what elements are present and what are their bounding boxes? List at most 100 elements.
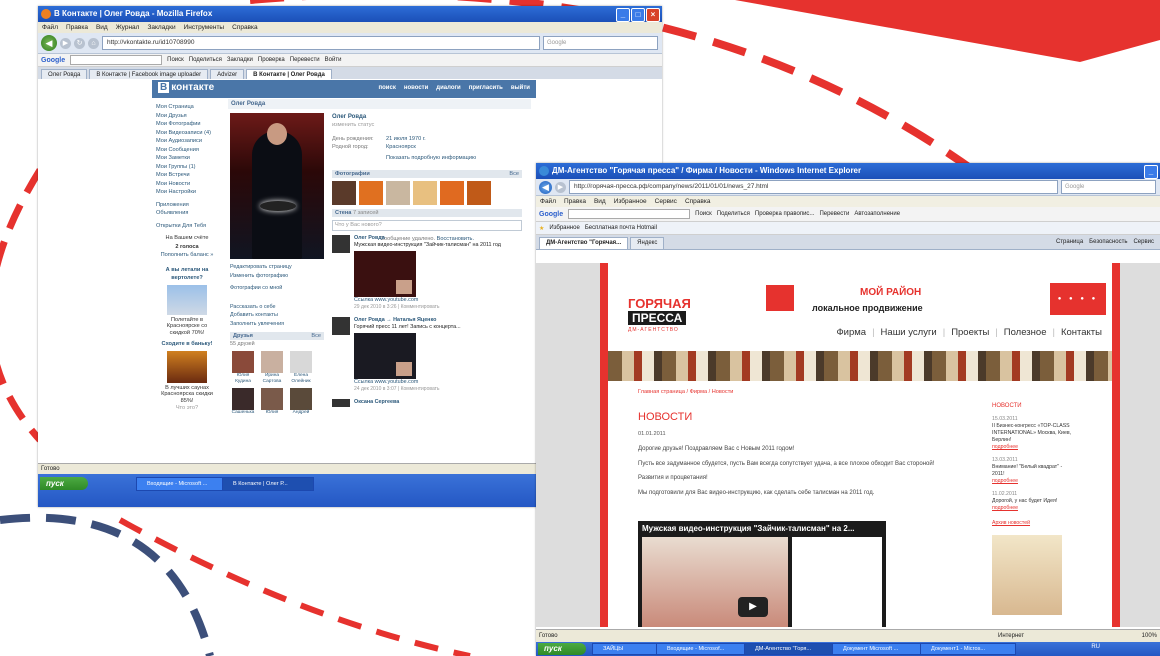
gtb-bookmarks[interactable]: Закладки bbox=[227, 57, 253, 63]
back-arrow-icon[interactable]: ◀ bbox=[41, 35, 57, 51]
gtb-share[interactable]: Поделиться bbox=[717, 211, 750, 217]
vk-menu-item[interactable]: Приложения bbox=[156, 201, 218, 210]
vk-menu-item[interactable]: Мои Настройки bbox=[156, 188, 218, 197]
site-header-icons[interactable]: ● ● ● ● bbox=[1050, 283, 1106, 315]
vk-menu-item[interactable]: Мои Видеозаписи (4) bbox=[156, 129, 218, 138]
minimize-button[interactable]: _ bbox=[1144, 165, 1158, 179]
birthday-value[interactable]: 21 июля 1970 г. bbox=[386, 136, 426, 142]
friends-all-link[interactable]: Все bbox=[311, 332, 321, 340]
menu-favorites[interactable]: Избранное bbox=[614, 196, 647, 207]
reload-icon[interactable]: ↻ bbox=[74, 37, 85, 49]
gtb-translate[interactable]: Перевести bbox=[819, 211, 849, 217]
taskbar-item[interactable]: ЗАЙЦЫ bbox=[592, 643, 664, 655]
menu-edit[interactable]: Правка bbox=[66, 22, 88, 33]
ad1-image[interactable] bbox=[167, 284, 207, 315]
site-nav-contacts[interactable]: Контакты bbox=[1061, 327, 1102, 338]
vk-profile-photo[interactable] bbox=[230, 113, 324, 259]
menu-view[interactable]: Вид bbox=[594, 196, 606, 207]
vk-nav-search[interactable]: поиск bbox=[379, 85, 396, 91]
tell-friends-link[interactable]: Рассказать о себе bbox=[230, 303, 324, 312]
gtb-autofill[interactable]: Автозаполнение bbox=[854, 211, 900, 217]
start-button[interactable]: пуск bbox=[538, 643, 586, 655]
back-arrow-icon[interactable]: ◀ bbox=[539, 180, 552, 194]
ad-more-link[interactable]: Что это? bbox=[156, 404, 218, 413]
menu-history[interactable]: Журнал bbox=[116, 22, 140, 33]
avatar[interactable] bbox=[332, 399, 350, 407]
favorites-button[interactable]: Избранное bbox=[549, 225, 579, 231]
sidebar-book-image[interactable] bbox=[992, 535, 1062, 615]
cmd-safety[interactable]: Безопасность bbox=[1089, 239, 1127, 245]
avatar[interactable] bbox=[332, 317, 350, 335]
ad2-title[interactable]: Сходите в баньку! bbox=[156, 340, 218, 349]
star-icon[interactable]: ★ bbox=[539, 225, 544, 232]
vk-menu-item[interactable]: Мои Аудиозаписи bbox=[156, 137, 218, 146]
friend-card[interactable]: Ирина Сартова bbox=[259, 350, 285, 385]
breadcrumb[interactable]: Главная страница / Фирма / Новости bbox=[638, 389, 733, 395]
friend-card[interactable]: Елена Олейник bbox=[288, 350, 314, 385]
menu-view[interactable]: Вид bbox=[96, 22, 108, 33]
post-video-thumb[interactable] bbox=[354, 251, 416, 297]
fill-interests-link[interactable]: Заполнить увлечения bbox=[230, 320, 324, 329]
gtb-signin[interactable]: Войти bbox=[325, 57, 342, 63]
google-toolbar-input[interactable] bbox=[70, 55, 163, 65]
taskbar-item[interactable]: ДМ-Агентство "Горя... bbox=[744, 643, 840, 655]
taskbar-item[interactable]: Входящие - Microsof... bbox=[656, 643, 752, 655]
friend-card[interactable]: Юлия Кудина bbox=[230, 350, 256, 385]
play-icon[interactable]: ▶ bbox=[738, 597, 768, 617]
vk-nav-invite[interactable]: пригласить bbox=[469, 85, 503, 91]
taskbar-item[interactable]: Входящие - Microsoft ... bbox=[136, 477, 228, 491]
embedded-video[interactable]: Мужская видео-инструкция "Зайчик-талисма… bbox=[638, 521, 886, 627]
vk-menu-item[interactable]: Открытки Для Тебя bbox=[156, 222, 218, 231]
vk-menu-item[interactable]: Мои Фотографии bbox=[156, 120, 218, 129]
menu-file[interactable]: Файл bbox=[42, 22, 58, 33]
hometown-value[interactable]: Красноярск bbox=[386, 144, 416, 150]
video-title[interactable]: Мужская видео-инструкция "Зайчик-талисма… bbox=[642, 524, 855, 533]
photo-thumb[interactable] bbox=[332, 181, 356, 205]
more-info-link[interactable]: Показать подробную информацию bbox=[332, 154, 522, 162]
ie-titlebar[interactable]: ДМ-Агентство "Горячая пресса" / Фирма / … bbox=[536, 163, 1160, 179]
photo-thumb[interactable] bbox=[413, 181, 437, 205]
side-news-more[interactable]: подробнее bbox=[992, 478, 1076, 485]
ad2-image[interactable] bbox=[167, 350, 207, 383]
menu-tools[interactable]: Инструменты bbox=[184, 22, 225, 33]
gtb-check[interactable]: Проверка bbox=[258, 57, 285, 63]
vk-menu-item[interactable]: Мои Новости bbox=[156, 180, 218, 189]
ie-url-bar[interactable]: http://горячая-пресса.рф/company/news/20… bbox=[569, 180, 1058, 194]
photos-all-link[interactable]: Все bbox=[509, 170, 519, 178]
gtb-share[interactable]: Поделиться bbox=[189, 57, 222, 63]
taskbar-item[interactable]: В Контакте | Олег Р... bbox=[222, 477, 314, 491]
post-video-thumb[interactable] bbox=[354, 333, 416, 379]
change-photo-link[interactable]: Изменить фотографию bbox=[230, 272, 324, 281]
taskbar-item[interactable]: Документ Microsoft ... bbox=[832, 643, 928, 655]
site-nav-firm[interactable]: Фирма bbox=[836, 327, 866, 338]
tab-dm-agency[interactable]: ДМ-Агентство "Горячая... bbox=[539, 237, 629, 249]
favorite-hotmail[interactable]: Бесплатная почта Hotmail bbox=[585, 225, 657, 231]
close-button[interactable]: × bbox=[646, 8, 660, 22]
cmd-page[interactable]: Страница bbox=[1056, 239, 1083, 245]
post-link[interactable]: Ссылка www.youtube.com bbox=[354, 379, 522, 386]
photo-thumb[interactable] bbox=[359, 181, 383, 205]
site-nav-projects[interactable]: Проекты bbox=[951, 327, 989, 338]
post-author[interactable]: Олег Ровда bbox=[354, 235, 522, 242]
gtb-spellcheck[interactable]: Проверка правопис... bbox=[755, 211, 815, 217]
avatar[interactable] bbox=[332, 235, 350, 253]
firefox-url-bar[interactable]: http://vkontakte.ru/id10708990 bbox=[102, 36, 540, 50]
photos-with-me-link[interactable]: Фотографии со мной bbox=[230, 284, 324, 293]
edit-page-link[interactable]: Редактировать страницу bbox=[230, 263, 324, 272]
gtb-search[interactable]: Поиск bbox=[695, 211, 712, 217]
firefox-titlebar[interactable]: В Контакте | Олег Ровда - Mozilla Firefo… bbox=[38, 6, 662, 22]
menu-bookmarks[interactable]: Закладки bbox=[147, 22, 175, 33]
post-author[interactable]: Олег Ровда → Наталья Яценко bbox=[354, 317, 522, 324]
firefox-search-box[interactable]: Google bbox=[543, 36, 658, 50]
forward-arrow-icon[interactable]: ▶ bbox=[555, 181, 566, 193]
vk-menu-item[interactable]: Мои Встречи bbox=[156, 171, 218, 180]
vk-menu-item[interactable]: Моя Страница bbox=[156, 103, 218, 112]
balance-link[interactable]: Пополнить баланс » bbox=[156, 251, 218, 260]
taskbar-item[interactable]: Документ1 - Micros... bbox=[920, 643, 1016, 655]
site-logo-line1[interactable]: ГОРЯЧАЯ bbox=[628, 297, 691, 310]
gtb-search[interactable]: Поиск bbox=[167, 57, 184, 63]
vk-menu-item[interactable]: Мои Друзья bbox=[156, 112, 218, 121]
add-contacts-link[interactable]: Добавить контакты bbox=[230, 311, 324, 320]
vk-menu-item[interactable]: Мои Группы (1) bbox=[156, 163, 218, 172]
friend-card[interactable]: Андрей bbox=[288, 387, 314, 416]
